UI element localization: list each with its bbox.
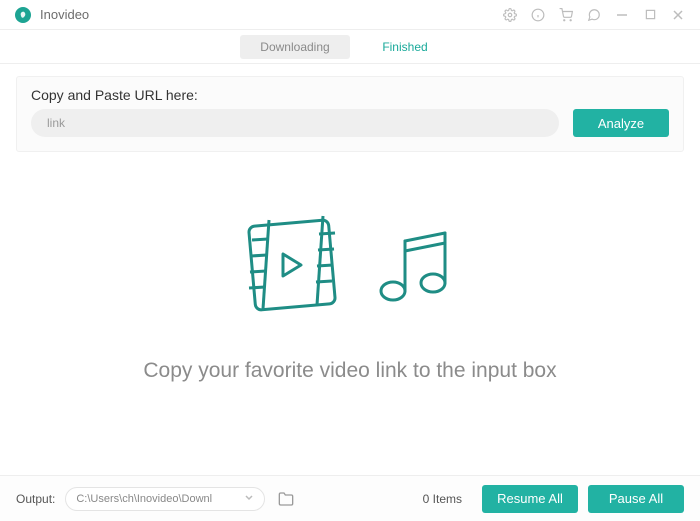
titlebar: Inovideo <box>0 0 700 30</box>
info-icon[interactable] <box>526 3 550 27</box>
bottombar: Output: C:\Users\ch\Inovideo\Downl 0 Ite… <box>0 475 700 521</box>
tab-downloading[interactable]: Downloading <box>240 35 350 59</box>
minimize-icon[interactable] <box>610 3 634 27</box>
feedback-icon[interactable] <box>582 3 606 27</box>
tab-finished[interactable]: Finished <box>350 35 460 59</box>
pause-all-button[interactable]: Pause All <box>588 485 684 513</box>
output-path-field[interactable]: C:\Users\ch\Inovideo\Downl <box>65 487 265 511</box>
empty-graphic <box>237 210 463 325</box>
app-title: Inovideo <box>40 7 89 22</box>
analyze-button[interactable]: Analyze <box>573 109 669 137</box>
tabs: Downloading Finished <box>0 30 700 64</box>
output-path-text: C:\Users\ch\Inovideo\Downl <box>76 493 244 505</box>
resume-all-button[interactable]: Resume All <box>482 485 578 513</box>
cart-icon[interactable] <box>554 3 578 27</box>
close-icon[interactable] <box>666 3 690 27</box>
output-label: Output: <box>16 492 55 506</box>
music-icon <box>371 219 463 316</box>
chevron-down-icon <box>244 492 254 505</box>
empty-message: Copy your favorite video link to the inp… <box>143 359 556 383</box>
settings-icon[interactable] <box>498 3 522 27</box>
url-panel: Copy and Paste URL here: Analyze <box>16 76 684 152</box>
url-label: Copy and Paste URL here: <box>31 87 669 103</box>
maximize-icon[interactable] <box>638 3 662 27</box>
open-folder-button[interactable] <box>275 488 297 510</box>
app-logo-icon <box>14 6 32 24</box>
film-icon <box>237 210 347 325</box>
url-input[interactable] <box>31 109 559 137</box>
empty-state: Copy your favorite video link to the inp… <box>0 152 700 403</box>
items-count: 0 Items <box>423 492 462 506</box>
